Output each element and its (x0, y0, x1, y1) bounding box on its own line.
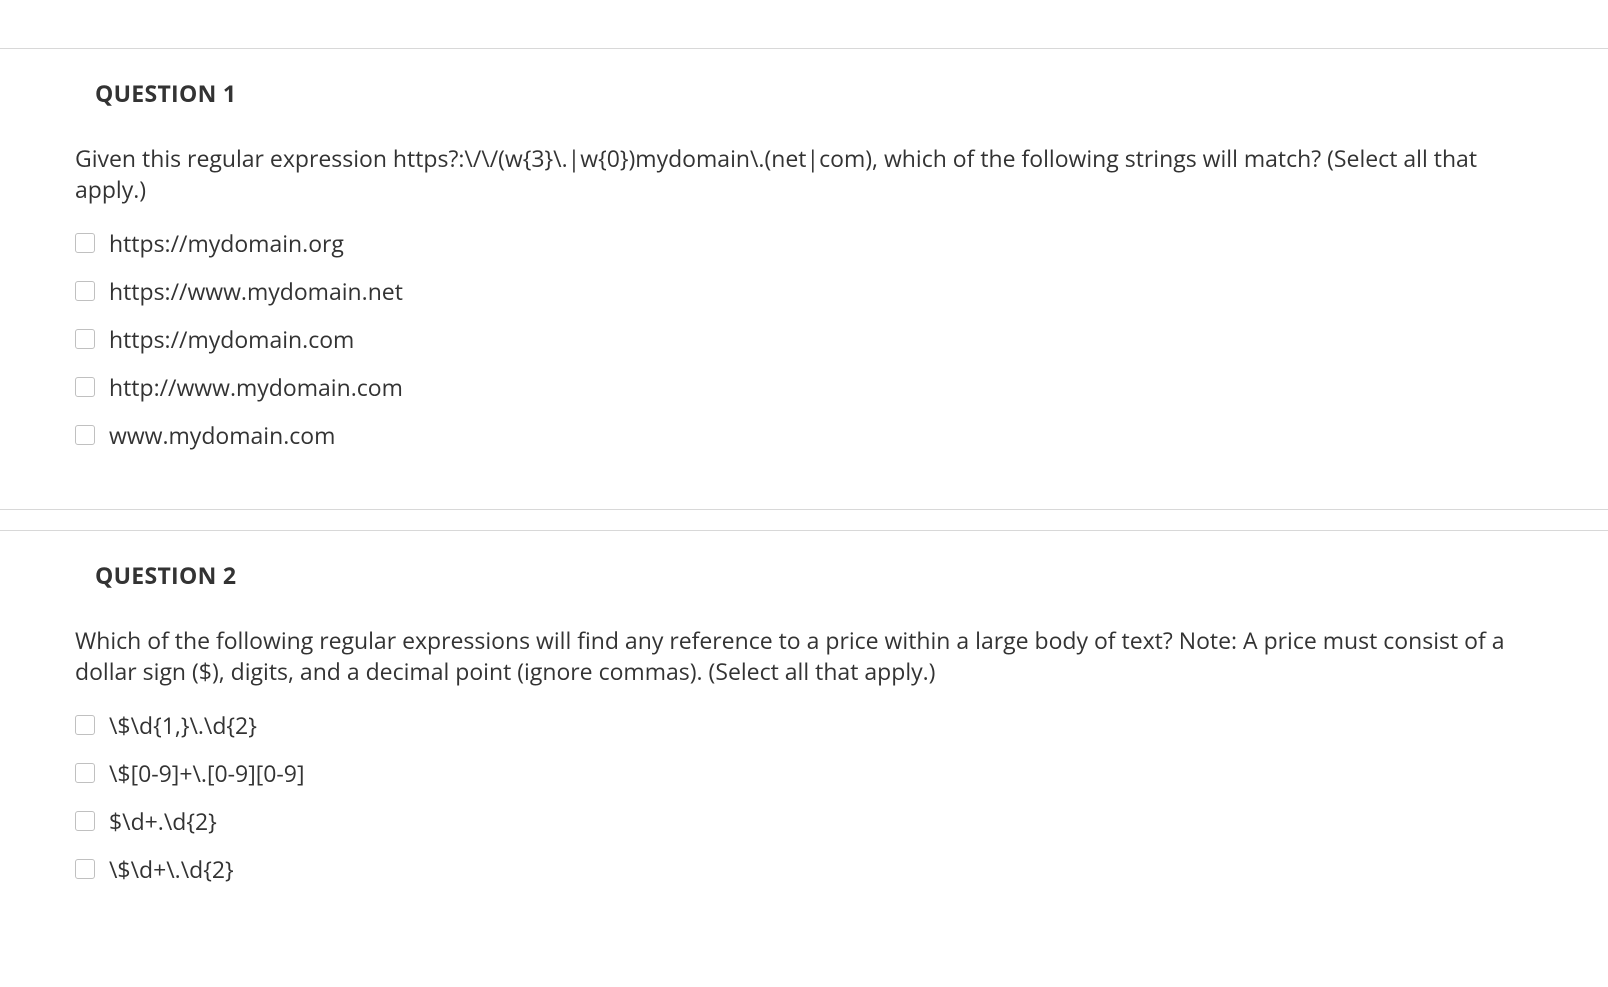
option-row: https://mydomain.org (75, 219, 1533, 267)
checkbox[interactable] (75, 811, 95, 831)
option-label: \$\d+\.\d{2} (109, 853, 234, 885)
checkbox[interactable] (75, 715, 95, 735)
question-title-1: QUESTION 1 (75, 77, 1533, 109)
option-label: \$\d{1,}\.\d{2} (109, 709, 257, 741)
option-row: \$\d+\.\d{2} (75, 845, 1533, 893)
option-row: \$\d{1,}\.\d{2} (75, 701, 1533, 749)
option-row: www.mydomain.com (75, 411, 1533, 459)
option-row: https://mydomain.com (75, 315, 1533, 363)
divider (0, 509, 1608, 510)
checkbox[interactable] (75, 425, 95, 445)
option-label: https://www.mydomain.net (109, 275, 403, 307)
option-row: $\d+.\d{2} (75, 797, 1533, 845)
checkbox[interactable] (75, 763, 95, 783)
option-label: $\d+.\d{2} (109, 805, 217, 837)
option-row: https://www.mydomain.net (75, 267, 1533, 315)
option-row: \$[0-9]+\.[0-9][0-9] (75, 749, 1533, 797)
question-title-2: QUESTION 2 (75, 559, 1533, 591)
question-inner-2: QUESTION 2 Which of the following regula… (0, 559, 1608, 893)
question-text-1: Given this regular expression https?:\/\… (75, 143, 1533, 205)
option-label: https://mydomain.org (109, 227, 344, 259)
option-label: www.mydomain.com (109, 419, 335, 451)
options-list-1: https://mydomain.org https://www.mydomai… (75, 219, 1533, 459)
option-row: http://www.mydomain.com (75, 363, 1533, 411)
question-block-2: QUESTION 2 Which of the following regula… (0, 530, 1608, 913)
checkbox[interactable] (75, 281, 95, 301)
question-text-2: Which of the following regular expressio… (75, 625, 1533, 687)
options-list-2: \$\d{1,}\.\d{2} \$[0-9]+\.[0-9][0-9] $\d… (75, 701, 1533, 893)
option-label: https://mydomain.com (109, 323, 354, 355)
top-spacer (0, 0, 1608, 48)
question-block-1: QUESTION 1 Given this regular expression… (0, 48, 1608, 530)
checkbox[interactable] (75, 377, 95, 397)
checkbox[interactable] (75, 859, 95, 879)
option-label: http://www.mydomain.com (109, 371, 403, 403)
option-label: \$[0-9]+\.[0-9][0-9] (109, 757, 304, 789)
question-inner-1: QUESTION 1 Given this regular expression… (0, 77, 1608, 459)
checkbox[interactable] (75, 233, 95, 253)
checkbox[interactable] (75, 329, 95, 349)
